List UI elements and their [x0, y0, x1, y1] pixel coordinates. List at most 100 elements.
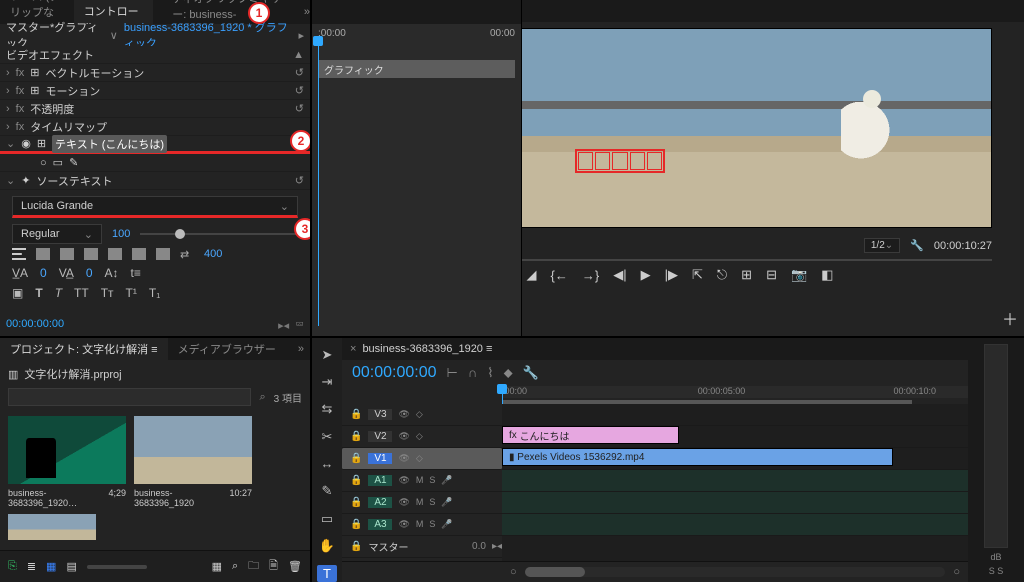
sequence-tab[interactable]: business-3683396_1920 ≡ [362, 343, 492, 355]
rect-tool-icon[interactable]: ▭ [317, 510, 337, 527]
align-middle-icon[interactable] [132, 248, 146, 260]
tabs-overflow-icon[interactable]: » [298, 343, 310, 355]
prop-timeremap[interactable]: ›fxタイムリマップ [0, 118, 310, 136]
fill-icon[interactable]: ▣ [12, 286, 23, 300]
track-v2[interactable]: 🔒V2👁◇ [342, 426, 502, 448]
timeline-timecode[interactable]: 00:00:00:00 [352, 364, 437, 382]
project-item[interactable]: business-3683396_1920…4;29 [8, 416, 126, 508]
type-tool-icon[interactable]: T [317, 565, 337, 582]
eye-icon[interactable]: ◉ [21, 137, 31, 150]
track-v1[interactable]: 🔒V1👁◇ [342, 448, 502, 470]
baseline-icon[interactable]: A↕ [105, 266, 119, 280]
subscript-icon[interactable]: T₁ [149, 286, 160, 300]
slip-tool-icon[interactable]: ↔ [317, 455, 337, 472]
tabs-overflow-icon[interactable]: » [304, 6, 310, 18]
tracking-value[interactable]: 400 [204, 248, 218, 260]
track-master[interactable]: 🔒マスター0.0▸◂ [342, 536, 502, 558]
align-bottom-icon[interactable] [156, 248, 170, 260]
go-out-icon[interactable]: →} [582, 268, 599, 283]
link-icon[interactable]: ⎘ [8, 560, 17, 573]
track-a2[interactable]: 🔒A2👁MS🎤 [342, 492, 502, 514]
va-value[interactable]: 0 [40, 266, 47, 280]
ec-playhead[interactable] [318, 42, 319, 326]
rect-icon[interactable]: ▭ [53, 156, 63, 169]
ec-timecode[interactable]: 00:00:00:00 [6, 318, 64, 330]
auto-seq-icon[interactable]: ▦ [212, 560, 222, 573]
resolution-select[interactable]: 1/2⌄ [864, 238, 900, 253]
icon-view-icon[interactable]: ▦ [46, 560, 56, 573]
pen-icon[interactable]: ✎ [69, 156, 78, 169]
timeline-ruler[interactable]: :00:00 00:00:05:00 00:00:10:0 [502, 386, 968, 404]
comparison-icon[interactable]: ◧ [821, 267, 833, 283]
razor-tool-icon[interactable]: ✂ [317, 428, 337, 445]
overwrite-icon[interactable]: ⊟ [766, 267, 777, 283]
font-style-dropdown[interactable]: Regular⌄ [12, 224, 102, 244]
prop-vector-motion[interactable]: ›fx⊞ベクトルモーション↺ [0, 64, 310, 82]
prop-motion[interactable]: ›fx⊞モーション↺ [0, 82, 310, 100]
clip-video[interactable]: ▮ Pexels Videos 1536292.mp4 [502, 448, 893, 466]
export-frame-icon[interactable]: 📷 [791, 267, 807, 283]
mark-out-icon[interactable]: ◢ [527, 267, 537, 283]
list-view-icon[interactable]: ≣ [27, 560, 36, 573]
magnet-icon[interactable]: ∩ [468, 365, 477, 381]
selection-tool-icon[interactable]: ➤ [317, 346, 337, 363]
track-v3[interactable]: 🔒V3👁◇ [342, 404, 502, 426]
filter-icon[interactable]: ⌕ [259, 391, 265, 404]
hand-tool-icon[interactable]: ✋ [317, 537, 337, 554]
thumb-size-slider[interactable] [87, 565, 147, 569]
smallcaps-icon[interactable]: Tᴛ [101, 286, 114, 300]
prop-text[interactable]: ⌄◉⊞テキスト (こんにちは)↺ [0, 136, 310, 154]
export-icon[interactable]: ⮹ [295, 319, 304, 332]
prop-opacity[interactable]: ›fx不透明度↺ [0, 100, 310, 118]
tab-project[interactable]: プロジェクト: 文字化け解消 ≡ [0, 338, 168, 361]
font-size[interactable]: 100 [112, 228, 130, 240]
timeline-zoom[interactable] [525, 567, 946, 577]
track-a1[interactable]: 🔒A1👁MS🎤 [342, 470, 502, 492]
lock-icon[interactable]: 🔒 [350, 409, 362, 420]
bold-icon[interactable]: T [35, 286, 42, 300]
new-item-icon[interactable]: 🗎 [269, 557, 278, 576]
pen-tool-icon[interactable]: ✎ [317, 483, 337, 500]
insert-icon[interactable]: ⊞ [741, 267, 752, 283]
superscript-icon[interactable]: T¹ [126, 286, 137, 300]
new-bin-icon[interactable]: 🗀 [248, 557, 259, 576]
freeform-icon[interactable]: ▤ [66, 560, 76, 573]
collapse-icon[interactable]: ▲ [293, 49, 304, 61]
align-left-icon[interactable] [12, 248, 26, 260]
align-center-icon[interactable] [36, 248, 50, 260]
sec-video-effects[interactable]: ビデオエフェクト▲ [0, 46, 310, 64]
va-right-value[interactable]: 0 [86, 266, 93, 280]
track-a3[interactable]: 🔒A3👁MS🎤 [342, 514, 502, 536]
playhead[interactable] [502, 386, 503, 404]
reset-icon[interactable]: ↺ [295, 84, 304, 97]
tab-media-browser[interactable]: メディアブラウザー [168, 338, 286, 361]
mojibake-text-overlay[interactable] [575, 149, 665, 173]
align-justify-icon[interactable] [84, 248, 98, 260]
play-icon[interactable]: ▶ [641, 267, 651, 283]
align-right-icon[interactable] [60, 248, 74, 260]
reset-icon[interactable]: ↺ [295, 102, 304, 115]
italic-icon[interactable]: T [55, 286, 62, 300]
reset-icon[interactable]: ↺ [295, 66, 304, 79]
project-item[interactable] [8, 514, 96, 540]
ripple-tool-icon[interactable]: ⇆ [317, 401, 337, 418]
ellipse-icon[interactable]: ○ [40, 157, 47, 169]
go-in-icon[interactable]: {← [551, 268, 568, 283]
font-dropdown[interactable]: Lucida Grande⌄ [12, 196, 298, 218]
track-area[interactable]: fx こんにちは ▮ Pexels Videos 1536292.mp4 [502, 404, 968, 561]
ec-clip-bar[interactable]: グラフィック [318, 60, 515, 78]
step-fwd-icon[interactable]: |▶ [665, 267, 678, 283]
clip-text[interactable]: fx こんにちは [502, 426, 679, 444]
font-size-slider[interactable] [140, 233, 298, 235]
trash-icon[interactable]: 🗑 [288, 560, 302, 573]
find-icon[interactable]: ⌕ [232, 560, 238, 573]
add-button-icon[interactable]: ＋ [1002, 306, 1018, 330]
marker-icon[interactable]: ⬥ [504, 365, 513, 381]
align-top-icon[interactable] [108, 248, 122, 260]
pin-icon[interactable]: ▸◂ [278, 319, 289, 332]
lift-icon[interactable]: ⇱ [692, 267, 703, 283]
reset-icon[interactable]: ↺ [295, 174, 304, 187]
allcaps-icon[interactable]: TT [74, 286, 89, 300]
snap-icon[interactable]: ⊢ [447, 365, 458, 381]
settings-icon[interactable]: 🔧 [910, 239, 924, 252]
